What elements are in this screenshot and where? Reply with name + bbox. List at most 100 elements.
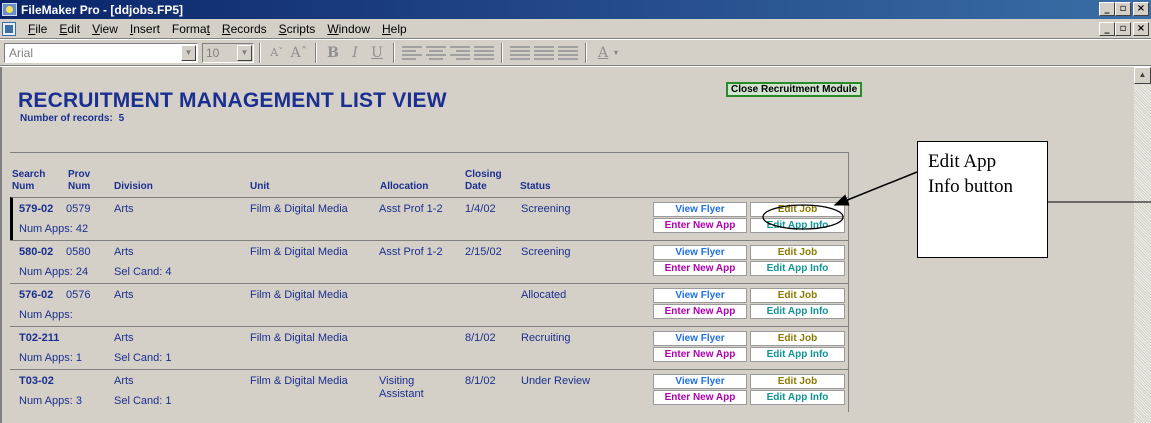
- title-bar: FileMaker Pro - [ddjobs.FP5] _ ▫ ×: [0, 0, 1151, 19]
- search-num: 580-02: [19, 246, 54, 258]
- window-controls: _ ▫ ×: [1099, 2, 1149, 16]
- allocation: Asst Prof 1-2: [379, 203, 443, 215]
- num-apps: Num Apps:: [19, 309, 73, 321]
- chevron-down-icon[interactable]: ▼: [181, 44, 196, 61]
- menu-view[interactable]: View: [86, 22, 124, 36]
- italic-icon[interactable]: I: [344, 45, 366, 61]
- annotation-line-1: Edit App: [928, 151, 997, 172]
- status: Under Review: [521, 375, 591, 387]
- align-right-icon[interactable]: [450, 45, 470, 60]
- search-num: 576-02: [19, 289, 54, 301]
- vertical-scrollbar[interactable]: ▲: [1134, 67, 1151, 423]
- unit: Film & Digital Media: [250, 246, 348, 258]
- menu-records[interactable]: Records: [216, 22, 273, 36]
- table-row[interactable]: T02-211 Arts Film & Digital Media 8/1/02…: [10, 326, 849, 369]
- enter-new-app-button[interactable]: Enter New App: [653, 218, 747, 233]
- unit: Film & Digital Media: [250, 289, 348, 301]
- filemaker-app-icon[interactable]: [2, 3, 17, 16]
- table-row[interactable]: 576-02 0576 Arts Film & Digital Media Al…: [10, 283, 849, 326]
- close-window-button[interactable]: ×: [1133, 2, 1149, 16]
- edit-app-info-button[interactable]: Edit App Info: [750, 261, 845, 276]
- doc-minimize-button[interactable]: _: [1099, 22, 1115, 36]
- font-select[interactable]: Arial ▼: [4, 42, 198, 63]
- line-spacing-icon[interactable]: [510, 45, 530, 60]
- record-count: Number of records: 5: [20, 113, 124, 124]
- edit-app-info-button[interactable]: Edit App Info: [750, 390, 845, 405]
- menu-file[interactable]: File: [22, 22, 53, 36]
- view-flyer-button[interactable]: View Flyer: [653, 202, 747, 217]
- toolbar-separator: [501, 42, 503, 63]
- search-num: T02-211: [19, 332, 60, 344]
- menu-insert[interactable]: Insert: [124, 22, 166, 36]
- allocation: Visiting: [379, 375, 415, 387]
- menu-window[interactable]: Window: [321, 22, 376, 36]
- division: Arts: [114, 375, 134, 387]
- view-flyer-button[interactable]: View Flyer: [653, 245, 747, 260]
- status: Screening: [521, 203, 571, 215]
- num-apps: Num Apps: 1: [19, 352, 82, 364]
- menu-format[interactable]: Format: [166, 22, 216, 36]
- document-icon[interactable]: [2, 21, 16, 36]
- edit-job-button[interactable]: Edit Job: [750, 288, 845, 303]
- menu-edit[interactable]: Edit: [53, 22, 86, 36]
- table-row[interactable]: 579-02 0579 Arts Film & Digital Media As…: [10, 197, 849, 240]
- enter-new-app-button[interactable]: Enter New App: [653, 347, 747, 362]
- decrease-spacing-icon[interactable]: [534, 45, 554, 60]
- view-flyer-button[interactable]: View Flyer: [653, 288, 747, 303]
- font-size-decrease-icon[interactable]: Aˇ: [266, 46, 288, 59]
- record-count-label: Number of records:: [20, 113, 113, 124]
- menu-scripts[interactable]: Scripts: [273, 22, 322, 36]
- align-left-icon[interactable]: [402, 45, 422, 60]
- align-center-icon[interactable]: [426, 45, 446, 60]
- header-search-num: Search Num: [12, 169, 46, 192]
- enter-new-app-button[interactable]: Enter New App: [653, 261, 747, 276]
- restore-button[interactable]: ▫: [1115, 2, 1131, 16]
- increase-spacing-icon[interactable]: [558, 45, 578, 60]
- edit-app-info-button[interactable]: Edit App Info: [750, 218, 845, 233]
- menu-bar: File Edit View Insert Format Records Scr…: [0, 19, 1151, 39]
- division: Arts: [114, 289, 134, 301]
- close-recruitment-module-button[interactable]: Close Recruitment Module: [726, 82, 863, 97]
- edit-app-info-button[interactable]: Edit App Info: [750, 347, 845, 362]
- edit-job-button[interactable]: Edit Job: [750, 245, 845, 260]
- menu-help[interactable]: Help: [376, 22, 413, 36]
- font-select-value: Arial: [9, 45, 34, 60]
- scroll-up-arrow-icon[interactable]: ▲: [1134, 67, 1151, 84]
- underline-icon[interactable]: U: [366, 45, 388, 61]
- align-justify-icon[interactable]: [474, 45, 494, 60]
- edit-job-button[interactable]: Edit Job: [750, 331, 845, 346]
- view-flyer-button[interactable]: View Flyer: [653, 374, 747, 389]
- closing-date: 8/1/02: [465, 332, 496, 344]
- text-color-icon[interactable]: A: [592, 45, 614, 61]
- enter-new-app-button[interactable]: Enter New App: [653, 390, 747, 405]
- table-row[interactable]: T03-02 Arts Film & Digital Media Visitin…: [10, 369, 849, 412]
- unit: Film & Digital Media: [250, 375, 348, 387]
- toolbar-separator: [585, 42, 587, 63]
- doc-restore-button[interactable]: ▫: [1115, 22, 1131, 36]
- enter-new-app-button[interactable]: Enter New App: [653, 304, 747, 319]
- edit-job-button[interactable]: Edit Job: [750, 202, 845, 217]
- division: Arts: [114, 203, 134, 215]
- format-toolbar: Arial ▼ 10 ▼ Aˇ Aˆ B I U A ▾: [0, 40, 1151, 66]
- toolbar-separator: [393, 42, 395, 63]
- chevron-down-icon[interactable]: ▾: [614, 48, 618, 57]
- font-size-select[interactable]: 10 ▼: [202, 42, 254, 63]
- edit-app-info-button[interactable]: Edit App Info: [750, 304, 845, 319]
- edit-job-button[interactable]: Edit Job: [750, 374, 845, 389]
- status: Allocated: [521, 289, 567, 301]
- font-size-increase-icon[interactable]: Aˆ: [288, 45, 310, 61]
- header-status: Status: [520, 181, 551, 192]
- chevron-down-icon[interactable]: ▼: [237, 44, 252, 61]
- doc-close-button[interactable]: ×: [1133, 22, 1149, 36]
- table-row[interactable]: 580-02 0580 Arts Film & Digital Media As…: [10, 240, 849, 283]
- minimize-button[interactable]: _: [1099, 2, 1115, 16]
- bold-icon[interactable]: B: [322, 45, 344, 61]
- records-table: Search Num Prov Num Division Unit Alloca…: [10, 152, 849, 422]
- view-flyer-button[interactable]: View Flyer: [653, 331, 747, 346]
- allocation-line2: Assistant: [379, 388, 424, 400]
- status: Recruiting: [521, 332, 571, 344]
- annotation-callout: Edit App Info button: [917, 141, 1048, 258]
- header-allocation: Allocation: [380, 181, 429, 192]
- toolbar-separator: [315, 42, 317, 63]
- allocation: Asst Prof 1-2: [379, 246, 443, 258]
